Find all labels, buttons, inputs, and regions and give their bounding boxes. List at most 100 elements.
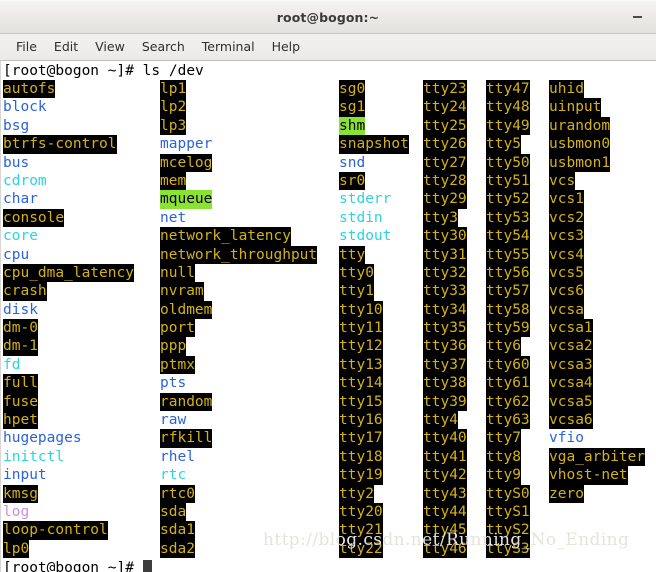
ls-entry: tty52: [486, 190, 530, 209]
ls-entry: tty3: [423, 208, 458, 228]
ls-entry: loop-control: [3, 521, 108, 540]
ls-entry: vcsa3: [549, 355, 593, 375]
ls-entry: tty21: [339, 521, 383, 540]
window-title: root@bogon:~: [276, 9, 380, 25]
ls-entry: vcsa6: [549, 411, 593, 430]
ls-entry: dm-1: [3, 337, 38, 356]
ls-entry: tty34: [423, 300, 467, 320]
menu-item-help[interactable]: Help: [264, 36, 309, 58]
ls-entry: crash: [3, 282, 47, 301]
ls-entry: block: [3, 99, 47, 116]
ls-entry: ttyS2: [486, 521, 530, 540]
ls-entry: vcs6: [549, 282, 584, 301]
ls-entry: tty31: [423, 245, 467, 264]
ls-entry: tty47: [486, 80, 530, 99]
minimize-button[interactable]: [624, 1, 650, 33]
ls-entry: tty45: [423, 521, 467, 540]
menubar: File Edit View Search Terminal Help: [0, 34, 656, 61]
ls-entry: hpet: [3, 411, 38, 430]
ls-entry: disk: [3, 301, 38, 318]
ls-entry: tty61: [486, 374, 530, 393]
ls-entry: port: [160, 319, 195, 338]
ls-entry: bus: [3, 154, 30, 171]
ls-entry: usbmon0: [549, 135, 611, 154]
ls-entry: tty56: [486, 263, 530, 283]
ls-entry: tty49: [486, 116, 530, 136]
ls-entry: bsg: [3, 117, 30, 134]
ls-entry: tty36: [423, 337, 467, 356]
prompt-line-command: [root@bogon ~]# ls /dev: [3, 63, 204, 79]
ls-entry: tty19: [339, 466, 383, 485]
ls-entry: tty20: [339, 502, 383, 522]
ls-entry: core: [3, 228, 38, 245]
ls-entry: lp3: [160, 116, 187, 136]
ls-entry: vhost-net: [549, 466, 628, 485]
ls-entry: tty7: [486, 429, 521, 448]
ls-entry: ttyS1: [486, 502, 530, 522]
ls-entry: stdout: [339, 228, 392, 245]
ls-entry: tty46: [423, 539, 467, 559]
ls-entry: fuse: [3, 392, 38, 412]
ls-column-3: sg0 sg1 shm snapshot snd sr0 stderr stdin stdout…: [339, 80, 409, 559]
ls-entry: tty11: [339, 319, 383, 338]
ls-entry: lp0: [3, 539, 30, 559]
ls-entry: dm-0: [3, 319, 38, 338]
ls-entry: uinput: [549, 98, 602, 117]
ls-entry: tty28: [423, 171, 467, 191]
ls-entry: pts: [160, 375, 187, 392]
menu-item-file[interactable]: File: [8, 36, 45, 58]
ls-entry: nvram: [160, 282, 204, 301]
prompt-line-current[interactable]: [root@bogon ~]#: [3, 559, 152, 572]
menu-item-edit[interactable]: Edit: [46, 36, 86, 58]
ls-entry: vcsa5: [549, 392, 593, 412]
ls-entry: tty57: [486, 282, 530, 301]
ls-entry: tty0: [339, 263, 374, 283]
ls-entry: input: [3, 467, 47, 484]
ls-entry: vcsa4: [549, 374, 593, 393]
ls-entry: sda2: [160, 539, 195, 559]
ls-entry: null: [160, 263, 195, 283]
menu-item-terminal[interactable]: Terminal: [194, 36, 263, 58]
ls-entry: tty30: [423, 227, 467, 246]
ls-entry: vcsa: [549, 300, 584, 320]
ls-entry: tty13: [339, 355, 383, 375]
ls-entry: mapper: [160, 136, 213, 153]
ls-entry: log: [3, 503, 30, 520]
ls-entry: random: [160, 392, 213, 412]
ls-entry: stdin: [339, 209, 383, 226]
ls-entry: tty25: [423, 116, 467, 136]
ls-entry: vcs4: [549, 245, 584, 264]
ls-entry: tty63: [486, 411, 530, 430]
ls-entry: rhel: [160, 448, 195, 465]
ls-entry: tty12: [339, 337, 383, 356]
ls-entry: initctl: [3, 448, 65, 465]
ls-entry: shm: [339, 116, 366, 136]
ls-entry: tty9: [486, 466, 521, 485]
ls-entry: snd: [339, 154, 366, 171]
ls-entry: tty58: [486, 300, 530, 320]
ls-entry: rtc0: [160, 484, 195, 503]
ls-entry: tty38: [423, 374, 467, 393]
ls-entry: tty: [339, 245, 366, 264]
ls-entry: ptmx: [160, 355, 195, 375]
ls-entry: tty59: [486, 319, 530, 338]
menu-item-view[interactable]: View: [87, 36, 133, 58]
ls-column-1: autofs block bsg btrfs-control bus cdrom char c…: [3, 80, 134, 559]
ls-entry: sda: [160, 502, 187, 522]
ls-entry: tty39: [423, 392, 467, 412]
ls-entry: vfio: [549, 430, 584, 447]
ls-column-6: uhid uinput urandom usbmon0 usbmon1 vcs vcs1 vc…: [549, 80, 646, 503]
ls-entry: tty16: [339, 411, 383, 430]
ls-entry: ttyS3: [486, 539, 530, 559]
ls-entry: vcs5: [549, 263, 584, 283]
ls-entry: vcsa1: [549, 319, 593, 338]
ls-entry: sda1: [160, 521, 195, 540]
terminal-screen[interactable]: [root@bogon ~]# ls /dev autofs block bsg bt…: [0, 61, 656, 572]
menu-item-search[interactable]: Search: [134, 36, 193, 58]
ls-column-2: lp1 lp2 lp3 mapper mcelog mem mqueue net network…: [160, 80, 318, 559]
ls-entry: mem: [160, 171, 187, 191]
ls-entry: tty29: [423, 190, 467, 209]
window-titlebar[interactable]: root@bogon:~: [0, 0, 656, 34]
ls-entry: stderr: [339, 191, 392, 208]
ls-entry: char: [3, 191, 38, 208]
